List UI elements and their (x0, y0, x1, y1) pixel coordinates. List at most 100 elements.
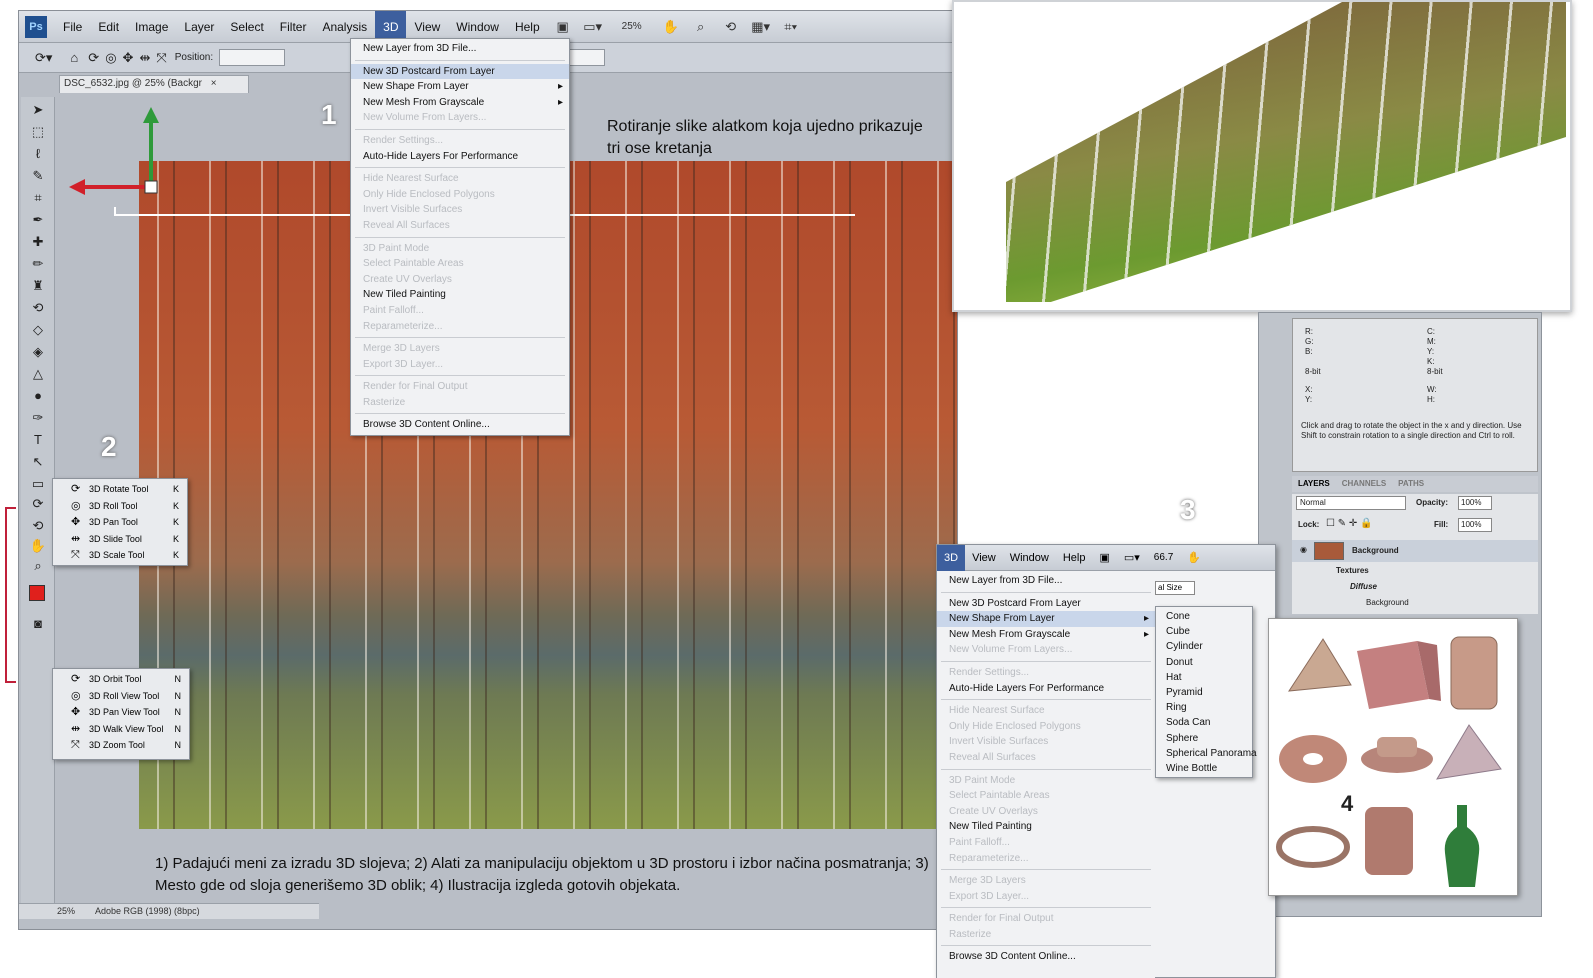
opacity-field[interactable]: 100% (1458, 496, 1492, 510)
shape-tool-icon[interactable]: ▭ (27, 475, 49, 493)
menu-window-b[interactable]: Window (1003, 545, 1056, 571)
bridge-icon-b[interactable]: ▣ (1092, 545, 1116, 571)
actual-size-button[interactable]: al Size (1155, 581, 1195, 595)
menu_3d-item-2[interactable]: New Shape From Layer ▸ (351, 79, 569, 95)
tab-paths[interactable]: PATHS (1392, 476, 1430, 492)
brush-tool-icon[interactable]: ✏ (27, 255, 49, 273)
pan-mode-icon[interactable]: ✥ (123, 50, 134, 66)
tab-channels[interactable]: CHANNELS (1336, 476, 1392, 492)
tool-preset-icon[interactable]: ⟳▾ (35, 50, 52, 66)
menu-image[interactable]: Image (127, 11, 176, 43)
flyout-tool-1[interactable]: ◎ 3D Roll Tool K (53, 498, 187, 515)
menu-3d-b[interactable]: 3D (937, 544, 966, 571)
eyedropper-tool-icon[interactable]: ✒ (27, 211, 49, 229)
menu_3d-item-3[interactable]: New Mesh From Grayscale ▸ (351, 95, 569, 111)
flyout-tool-3[interactable]: ⇹ 3D Walk View Tool N (53, 721, 189, 738)
menu_3d_b-item-2[interactable]: New Shape From Layer ▸ (937, 611, 1155, 627)
menu-filter[interactable]: Filter (272, 11, 315, 43)
flyout-tool-0[interactable]: ⟳ 3D Orbit Tool N (53, 671, 189, 688)
marquee-tool-icon[interactable]: ⬚ (27, 123, 49, 141)
flyout-tool-3[interactable]: ⇹ 3D Slide Tool K (53, 531, 187, 548)
menu-layer[interactable]: Layer (176, 11, 222, 43)
flyout-tool-2[interactable]: ✥ 3D Pan Tool K (53, 514, 187, 531)
menu-select[interactable]: Select (222, 11, 271, 43)
crop-tool-icon[interactable]: ⌗ (27, 189, 49, 207)
return-to-initial-icon[interactable]: ⌂ (70, 50, 78, 65)
flyout-tool-4[interactable]: ⤧ 3D Zoom Tool N (53, 737, 189, 754)
hand-tool-icon[interactable]: ✋ (27, 537, 49, 555)
tab-layers[interactable]: LAYERS (1292, 476, 1336, 492)
flyout-tool-1[interactable]: ◎ 3D Roll View Tool N (53, 688, 189, 705)
path-select-icon[interactable]: ↖ (27, 453, 49, 471)
scale-mode-icon[interactable]: ⤧ (156, 50, 166, 66)
menu_3d_b-item-1[interactable]: New 3D Postcard From Layer (937, 596, 1155, 612)
zoom-icon[interactable]: ⌕ (690, 17, 712, 37)
pen-tool-icon[interactable]: ✑ (27, 409, 49, 427)
menu_3d_b-item-0[interactable]: New Layer from 3D File... (937, 573, 1155, 589)
flyout-tool-4[interactable]: ⤧ 3D Scale Tool K (53, 547, 187, 564)
flyout-tool-2[interactable]: ✥ 3D Pan View Tool N (53, 704, 189, 721)
screen-mode-icon-b[interactable]: ▭▾ (1117, 545, 1147, 571)
menu_3d_b-item-6[interactable]: Auto-Hide Layers For Performance (937, 681, 1155, 697)
shape-item-10[interactable]: Wine Bottle (1156, 761, 1252, 776)
menu_3d-item-1[interactable]: New 3D Postcard From Layer (351, 63, 569, 80)
lock-icons[interactable]: ☐ ✎ ✛ 🔒 (1326, 518, 1373, 529)
close-tab-icon[interactable]: × (211, 78, 217, 89)
flyout-tool-0[interactable]: ⟳ 3D Rotate Tool K (53, 481, 187, 498)
arrange-documents-icon[interactable]: ▦▾ (750, 17, 772, 37)
shape-item-3[interactable]: Donut (1156, 655, 1252, 670)
menu_3d_b-item-14[interactable]: New Tiled Painting (937, 819, 1155, 835)
rotate-view-icon[interactable]: ⟲ (720, 17, 742, 37)
menu_3d-item-21[interactable]: Browse 3D Content Online... (351, 417, 569, 433)
fill-field[interactable]: 100% (1458, 518, 1492, 532)
zoom-level[interactable]: 25% (612, 17, 652, 37)
menu_3d-item-0[interactable]: New Layer from 3D File... (351, 41, 569, 57)
hand-icon[interactable]: ✋ (660, 17, 682, 37)
menu_3d-item-6[interactable]: Auto-Hide Layers For Performance (351, 149, 569, 165)
screen-mode-icon[interactable]: ▭▾ (582, 17, 604, 37)
shape-item-2[interactable]: Cylinder (1156, 639, 1252, 654)
type-tool-icon[interactable]: T (27, 431, 49, 449)
shape-item-6[interactable]: Ring (1156, 700, 1252, 715)
history-brush-icon[interactable]: ⟲ (27, 299, 49, 317)
menu-edit[interactable]: Edit (90, 11, 127, 43)
quick-mask-icon[interactable]: ◙ (27, 615, 49, 633)
bridge-icon[interactable]: ▣ (552, 17, 574, 37)
clone-stamp-icon[interactable]: ♜ (27, 277, 49, 295)
visibility-eye-icon[interactable]: ◉ (1300, 545, 1307, 554)
lasso-tool-icon[interactable]: ℓ (27, 145, 49, 163)
zoom-level-b[interactable]: 66.7 (1147, 545, 1180, 571)
hand-icon-b[interactable]: ✋ (1180, 545, 1208, 571)
menu-file[interactable]: File (55, 11, 90, 43)
extras-icon[interactable]: ⌗▾ (780, 17, 802, 37)
3d-object-tool-icon[interactable]: ⟳ (27, 495, 49, 513)
menu_3d-item-14[interactable]: New Tiled Painting (351, 287, 569, 303)
roll-mode-icon[interactable]: ◎ (105, 50, 116, 66)
document-tab[interactable]: DSC_6532.jpg @ 25% (Backgr × (59, 75, 249, 93)
paint-bucket-icon[interactable]: ◈ (27, 343, 49, 361)
shape-item-9[interactable]: Spherical Panorama (1156, 746, 1257, 761)
slide-mode-icon[interactable]: ⇹ (139, 50, 150, 66)
menu_3d_b-item-3[interactable]: New Mesh From Grayscale ▸ (937, 627, 1155, 643)
rotate-mode-icon[interactable]: ⟳ (88, 50, 99, 66)
menu_3d_b-item-21[interactable]: Browse 3D Content Online... (937, 949, 1155, 965)
foreground-color-swatch[interactable] (29, 585, 45, 601)
blur-tool-icon[interactable]: △ (27, 365, 49, 383)
dodge-tool-icon[interactable]: ● (27, 387, 49, 405)
status-zoom[interactable]: 25% (57, 904, 75, 919)
quick-select-tool-icon[interactable]: ✎ (27, 167, 49, 185)
shape-item-8[interactable]: Sphere (1156, 731, 1252, 746)
shape-item-7[interactable]: Soda Can (1156, 715, 1252, 730)
move-tool-icon[interactable]: ➤ (27, 101, 49, 119)
shape-item-1[interactable]: Cube (1156, 624, 1252, 639)
shape-item-0[interactable]: Cone (1156, 609, 1252, 624)
position-select[interactable] (219, 49, 286, 66)
menu-view-b[interactable]: View (965, 545, 1003, 571)
shape-item-5[interactable]: Pyramid (1156, 685, 1252, 700)
shape-item-4[interactable]: Hat (1156, 670, 1252, 685)
zoom-tool-icon[interactable]: ⌕ (27, 557, 49, 575)
3d-camera-tool-icon[interactable]: ⟲ (27, 517, 49, 535)
blend-mode-select[interactable]: Normal (1296, 496, 1406, 510)
eraser-tool-icon[interactable]: ◇ (27, 321, 49, 339)
layer-row-background[interactable]: ◉ Background (1292, 540, 1538, 562)
